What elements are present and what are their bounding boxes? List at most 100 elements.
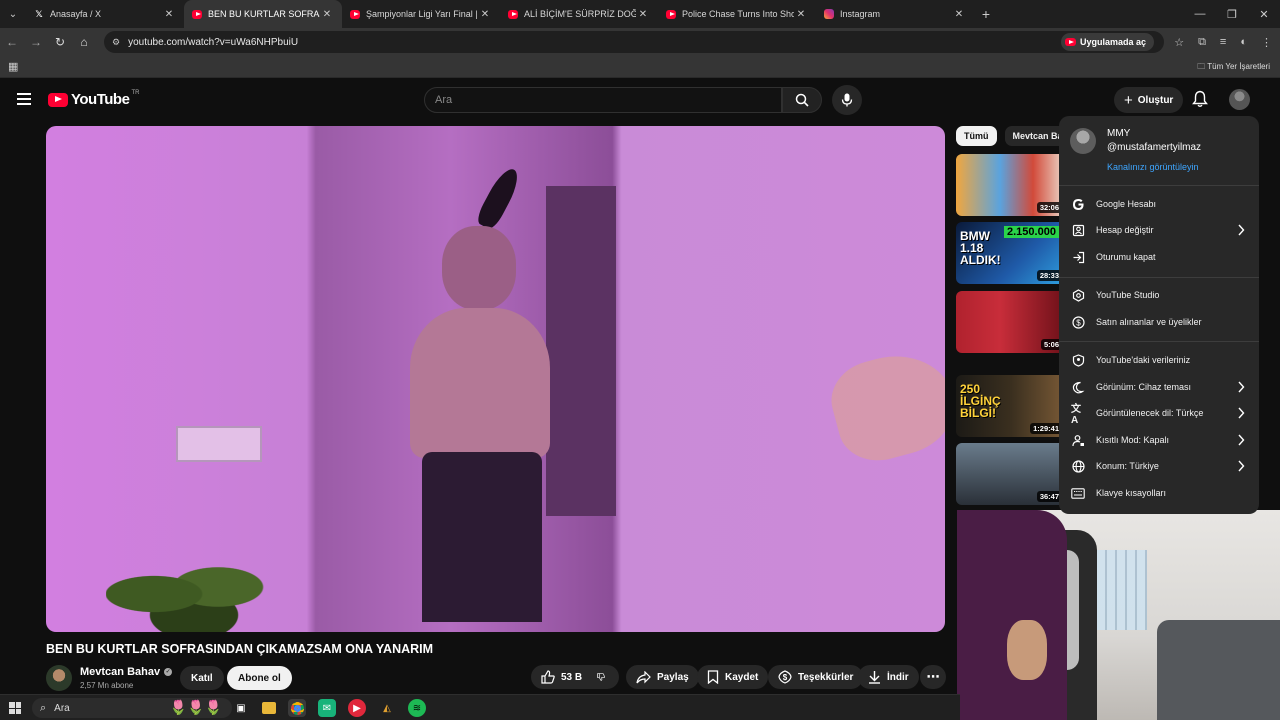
url-text: youtube.com/watch?v=uWa6NHPbuiU bbox=[128, 36, 299, 48]
youtube-icon bbox=[1064, 38, 1076, 46]
dislike-button[interactable] bbox=[590, 665, 618, 689]
youtube-logo[interactable]: YouTube TR bbox=[48, 89, 140, 108]
open-in-app-button[interactable]: Uygulamada aç bbox=[1060, 33, 1154, 51]
chrome-icon[interactable] bbox=[288, 699, 306, 717]
editor-app-icon[interactable]: ◭ bbox=[378, 699, 396, 717]
browser-tab[interactable]: Instagram ✕ bbox=[816, 0, 974, 28]
new-tab-icon[interactable]: + bbox=[974, 6, 998, 22]
site-info-icon[interactable]: ⚙ bbox=[112, 37, 120, 48]
menu-item-location[interactable]: Konum: Türkiye bbox=[1059, 453, 1259, 479]
profile-icon[interactable]: ◐ bbox=[1240, 36, 1247, 48]
tab-search-chevron-icon[interactable]: ⌄ bbox=[0, 0, 26, 28]
menu-item-language[interactable]: 文A Görüntülenecek dil: Türkçe bbox=[1059, 400, 1259, 426]
webcam-overlay bbox=[957, 510, 1280, 720]
plus-icon: + bbox=[1124, 91, 1133, 109]
close-window-icon[interactable]: ✕ bbox=[1248, 8, 1280, 21]
search-button[interactable] bbox=[782, 87, 822, 113]
notifications-bell-icon[interactable] bbox=[1192, 90, 1208, 113]
windows-start-icon[interactable] bbox=[9, 702, 21, 714]
restore-icon[interactable]: ❐ bbox=[1216, 8, 1248, 21]
home-icon[interactable]: ⌂ bbox=[72, 35, 96, 49]
youtube-play-icon bbox=[48, 92, 68, 107]
tab-close-icon[interactable]: ✕ bbox=[478, 9, 492, 20]
file-explorer-icon[interactable] bbox=[262, 702, 276, 714]
media-app-icon[interactable]: ▶ bbox=[348, 699, 366, 717]
create-button[interactable]: + Oluştur bbox=[1114, 87, 1184, 113]
menu-item-purchases[interactable]: $ Satın alınanlar ve üyelikler bbox=[1059, 309, 1259, 335]
tab-title: Police Chase Turns Into Shootou bbox=[682, 9, 794, 19]
account-name: MMY bbox=[1107, 128, 1131, 139]
search-placeholder: Ara bbox=[435, 94, 453, 106]
share-button[interactable]: Paylaş bbox=[626, 665, 699, 689]
thanks-label: Teşekkürler bbox=[798, 671, 854, 683]
menu-item-switch-account[interactable]: Hesap değiştir bbox=[1059, 217, 1259, 243]
account-avatar-button[interactable] bbox=[1229, 89, 1250, 110]
tab-close-icon[interactable]: ✕ bbox=[794, 9, 808, 20]
forward-icon[interactable]: → bbox=[24, 35, 48, 49]
chip-all[interactable]: Tümü bbox=[956, 126, 997, 146]
related-video-thumbnail[interactable]: 250 İLGİNÇ BİLGİ! 1:29:41 bbox=[956, 375, 1066, 437]
bookmark-star-icon[interactable]: ☆ bbox=[1174, 36, 1184, 49]
all-bookmarks-button[interactable]: 🗀 Tüm Yer İşaretleri bbox=[1197, 61, 1270, 75]
save-button[interactable]: Kaydet bbox=[697, 665, 769, 689]
download-label: İndir bbox=[887, 671, 909, 683]
tab-close-icon[interactable]: ✕ bbox=[636, 9, 650, 20]
menu-item-youtube-studio[interactable]: YouTube Studio bbox=[1059, 282, 1259, 308]
like-icon[interactable] bbox=[541, 670, 555, 684]
browser-tab[interactable]: 𝕏 Anasayfa / X ✕ bbox=[26, 0, 184, 28]
tab-close-icon[interactable]: ✕ bbox=[162, 9, 176, 20]
extensions-icon[interactable]: ⧉ bbox=[1198, 36, 1206, 49]
thumbnail-overlay-price: 2.150.000 bbox=[1004, 226, 1059, 238]
related-video-thumbnail[interactable]: 36:47 bbox=[956, 443, 1066, 505]
video-player[interactable] bbox=[46, 126, 945, 632]
browser-tab[interactable]: Police Chase Turns Into Shootou ✕ bbox=[658, 0, 816, 28]
menu-item-sign-out[interactable]: Oturumu kapat bbox=[1059, 244, 1259, 270]
share-icon bbox=[636, 670, 651, 683]
tab-close-icon[interactable]: ✕ bbox=[320, 9, 334, 20]
video-frame-light-switch bbox=[176, 426, 262, 462]
task-view-icon[interactable]: ▣ bbox=[232, 699, 250, 717]
tab-title: ALİ BİÇİM'E SÜRPRİZ DOĞUM G bbox=[524, 9, 636, 19]
tab-title: Instagram bbox=[840, 9, 881, 19]
tab-close-icon[interactable]: ✕ bbox=[952, 9, 966, 20]
search-input[interactable]: Ara bbox=[424, 87, 782, 113]
back-icon[interactable]: ← bbox=[0, 35, 24, 49]
browser-tab[interactable]: Şampiyonlar Ligi Yarı Final | Atl ✕ bbox=[342, 0, 500, 28]
whatsapp-like-icon[interactable]: ✉ bbox=[318, 699, 336, 717]
download-button[interactable]: İndir bbox=[858, 665, 919, 689]
related-video-thumbnail[interactable]: BMW 1.18 ALDIK! 2.150.000 28:33 bbox=[956, 222, 1066, 284]
menu-item-your-data[interactable]: YouTube'daki verileriniz bbox=[1059, 347, 1259, 373]
thumbnail-overlay-text: 250 İLGİNÇ BİLGİ! bbox=[960, 382, 1001, 420]
menu-item-label: Hesap değiştir bbox=[1096, 225, 1154, 235]
more-menu-icon[interactable]: ⋮ bbox=[1261, 36, 1272, 49]
reading-list-icon[interactable]: ≡ bbox=[1220, 36, 1226, 48]
menu-item-google-account[interactable]: Google Hesabı bbox=[1059, 191, 1259, 217]
thanks-button[interactable]: $ Teşekkürler bbox=[768, 665, 864, 689]
spotify-icon[interactable]: ≋ bbox=[408, 699, 426, 717]
taskbar-search-input[interactable]: ⌕ Ara 🌷🌷🌷 bbox=[32, 698, 232, 718]
minimize-icon[interactable]: — bbox=[1184, 8, 1216, 20]
address-bar[interactable]: ⚙ youtube.com/watch?v=uWa6NHPbuiU bbox=[104, 31, 1164, 53]
country-code: TR bbox=[131, 89, 140, 96]
studio-icon bbox=[1071, 288, 1085, 302]
voice-search-button[interactable] bbox=[832, 85, 862, 115]
more-actions-button[interactable]: ⋯ bbox=[920, 665, 946, 689]
search-icon bbox=[795, 93, 809, 107]
like-count: 53 B bbox=[561, 671, 583, 683]
browser-tab-active[interactable]: BEN BU KURTLAR SOFRASINDAN ✕ bbox=[184, 0, 342, 28]
account-handle: @mustafamertyilmaz bbox=[1107, 142, 1202, 153]
menu-item-keyboard-shortcuts[interactable]: Klavye kısayolları bbox=[1059, 480, 1259, 506]
instagram-icon bbox=[824, 9, 834, 19]
related-video-thumbnail[interactable]: 5:06 bbox=[956, 291, 1066, 353]
view-channel-link[interactable]: Kanalınızı görüntüleyin bbox=[1107, 162, 1199, 172]
hamburger-menu-icon[interactable] bbox=[17, 93, 31, 108]
menu-item-restricted-mode[interactable]: Kısıtlı Mod: Kapalı bbox=[1059, 427, 1259, 453]
moon-icon bbox=[1071, 380, 1085, 394]
apps-grid-icon[interactable]: ▦ bbox=[8, 60, 18, 73]
reload-icon[interactable]: ↻ bbox=[48, 35, 72, 49]
browser-tab[interactable]: ALİ BİÇİM'E SÜRPRİZ DOĞUM G ✕ bbox=[500, 0, 658, 28]
related-video-thumbnail[interactable]: 32:06 bbox=[956, 154, 1066, 216]
youtube-icon bbox=[666, 9, 676, 19]
menu-item-appearance[interactable]: Görünüm: Cihaz teması bbox=[1059, 374, 1259, 400]
chevron-right-icon bbox=[1238, 407, 1245, 419]
